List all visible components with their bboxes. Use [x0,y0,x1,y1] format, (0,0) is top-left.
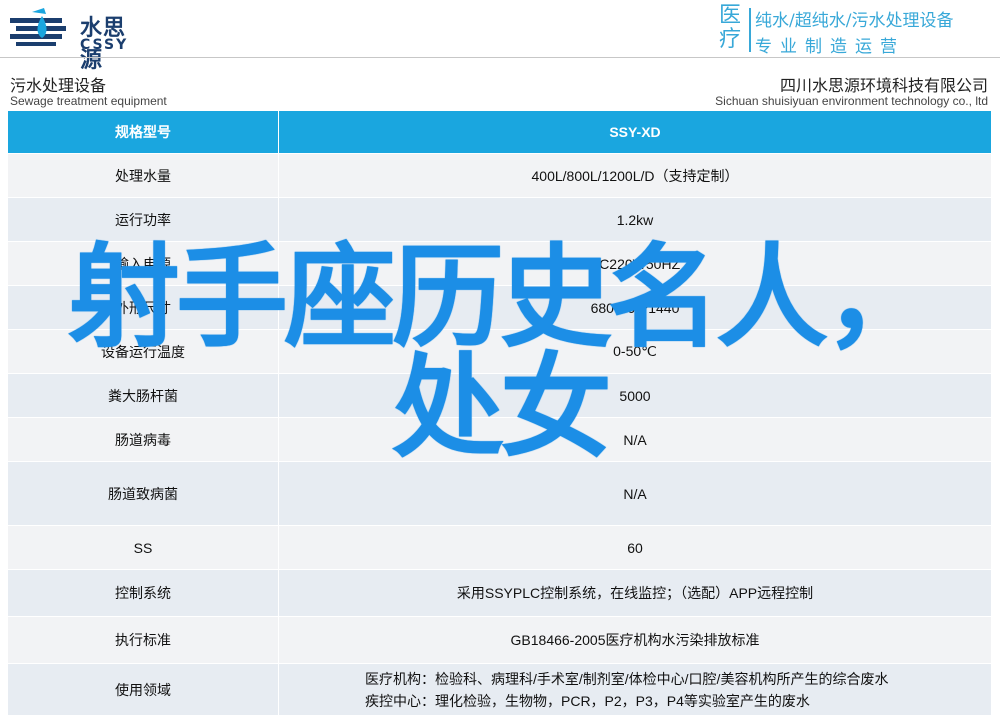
tagline-divider [749,8,751,52]
table-row: 肠道致病菌 N/A [7,461,992,526]
row-key: 使用领域 [7,663,279,716]
product-category-cn: 污水处理设备 [10,76,107,95]
row-value: 680*360*1440 [278,285,992,330]
row-value: 5000 [278,373,992,418]
table-row: 外形尺寸 680*360*1440 [7,285,992,330]
header-tagline: 医疗 纯水/超纯水/污水处理设备 专业制造运营 [719,3,994,58]
row-value-line2: 疾控中心：理化检验，生物物，PCR，P2，P3，P4等实验室产生的废水 [365,692,810,709]
header-divider [0,57,1000,58]
row-key: 粪大肠杆菌 [7,373,279,418]
table-header-row: 规格型号 SSY-XD [7,110,992,154]
table-row: 输入电源 AC220V/50HZ [7,241,992,286]
row-key: 肠道致病菌 [7,461,279,526]
table-row: 粪大肠杆菌 5000 [7,373,992,418]
company-name-cn: 四川水思源环境科技有限公司 [779,76,988,95]
table-row: 设备运行温度 0-50℃ [7,329,992,374]
row-value-line1: 医疗机构：检验科、病理科/手术室/制剂室/体检中心/口腔/美容机构所产生的综合废… [365,670,889,687]
table-row: 执行标准 GB18466-2005医疗机构水污染排放标准 [7,616,992,664]
row-value: 60 [278,525,992,570]
table-row: 处理水量 400L/800L/1200L/D（支持定制） [7,153,992,198]
row-value: N/A [278,417,992,462]
table-header-key: 规格型号 [7,110,279,154]
table-row: 肠道病毒 N/A [7,417,992,462]
table-row: 控制系统 采用SSYPLC控制系统，在线监控；（选配）APP远程控制 [7,569,992,617]
tagline-big: 医疗 [719,3,742,52]
row-key: SS [7,525,279,570]
company-name-en: Sichuan shuisiyuan environment technolog… [715,94,988,108]
water-drop-logo-icon [10,8,66,46]
tagline-line1: 纯水/超纯水/污水处理设备 [755,11,954,31]
table-row: 运行功率 1.2kw [7,197,992,242]
spec-table: 规格型号 SSY-XD 处理水量 400L/800L/1200L/D（支持定制）… [7,110,992,716]
row-key: 控制系统 [7,569,279,617]
row-value: 采用SSYPLC控制系统，在线监控；（选配）APP远程控制 [278,569,992,617]
row-value-multiline: 医疗机构：检验科、病理科/手术室/制剂室/体检中心/口腔/美容机构所产生的综合废… [278,663,992,716]
row-key: 运行功率 [7,197,279,242]
row-key: 肠道病毒 [7,417,279,462]
row-key: 执行标准 [7,616,279,664]
row-value: GB18466-2005医疗机构水污染排放标准 [278,616,992,664]
product-category-en: Sewage treatment equipment [10,94,167,108]
brand-logo: 水思源 CSSY [6,4,146,73]
table-row: 使用领域 医疗机构：检验科、病理科/手术室/制剂室/体检中心/口腔/美容机构所产… [7,663,992,716]
row-key: 输入电源 [7,241,279,286]
row-value: 1.2kw [278,197,992,242]
row-key: 外形尺寸 [7,285,279,330]
tagline-line2: 专业制造运营 [755,37,905,57]
table-header-value: SSY-XD [278,110,992,154]
row-value: N/A [278,461,992,526]
row-key: 设备运行温度 [7,329,279,374]
row-key: 处理水量 [7,153,279,198]
row-value: 0-50℃ [278,329,992,374]
table-row: SS 60 [7,525,992,570]
row-value: 400L/800L/1200L/D（支持定制） [278,153,992,198]
brand-name-en: CSSY [80,37,129,53]
row-value: AC220V/50HZ [278,241,992,286]
